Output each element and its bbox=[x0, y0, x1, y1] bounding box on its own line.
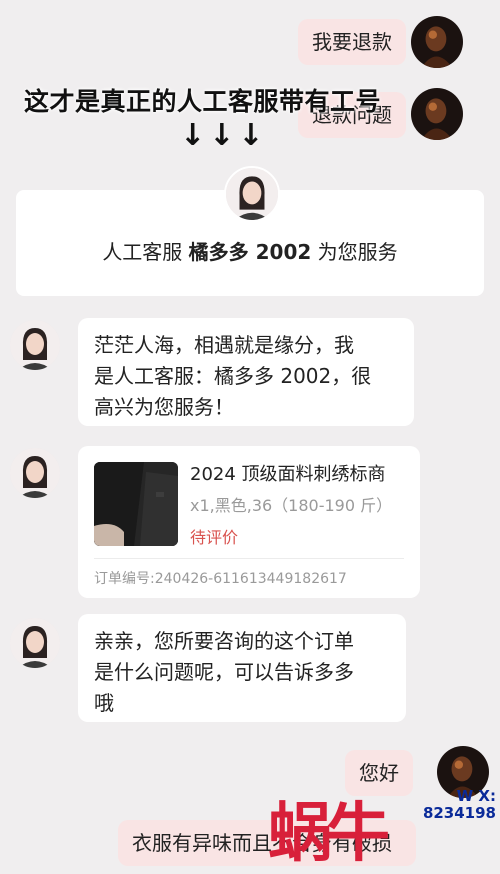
user-avatar-icon bbox=[411, 16, 463, 68]
message-bubble-left[interactable]: 亲亲，您所要咨询的这个订单 是什么问题呢，可以告诉多多 哦 bbox=[78, 614, 406, 722]
watermark-number: 8234198 bbox=[422, 804, 496, 822]
watermark: 蜗牛 W X: 8234198 bbox=[268, 782, 500, 872]
message-line: 哦 bbox=[94, 691, 114, 715]
message-bubble-right[interactable]: 我要退款 bbox=[298, 19, 406, 65]
down-arrows-icon: ↓↓↓ bbox=[180, 118, 268, 153]
divider bbox=[94, 558, 404, 559]
overlay-caption: 这才是真正的人工客服带有工号 bbox=[24, 87, 382, 116]
agent-avatar-icon bbox=[226, 168, 278, 220]
agent-notice-text: 人工客服 橘多多 2002 为您服务 bbox=[16, 236, 484, 265]
watermark-wx: W X: bbox=[456, 787, 496, 805]
product-title: 2024 顶级面料刺绣标商 bbox=[190, 464, 386, 485]
order-status-badge: 待评价 bbox=[190, 528, 239, 547]
message-line: 亲亲，您所要咨询的这个订单 bbox=[94, 629, 354, 653]
agent-id: 橘多多 2002 bbox=[188, 240, 312, 264]
agent-avatar[interactable] bbox=[224, 166, 280, 222]
order-number: 订单编号:240426-611613449182617 bbox=[94, 571, 347, 587]
product-thumbnail[interactable] bbox=[94, 462, 178, 546]
agent-avatar-icon bbox=[10, 618, 60, 668]
agent-avatar[interactable] bbox=[10, 618, 60, 668]
product-spec: x1,黑色,36（180-190 斤） bbox=[190, 496, 393, 515]
agent-avatar-icon bbox=[10, 448, 60, 498]
notice-suffix: 为您服务 bbox=[317, 240, 398, 264]
message-line: 茫茫人海，相遇就是缘分，我 bbox=[94, 333, 354, 357]
watermark-logo: 蜗牛 bbox=[268, 797, 390, 871]
message-line: 高兴为您服务！ bbox=[94, 395, 234, 419]
product-image-icon bbox=[94, 462, 178, 546]
order-card[interactable]: 2024 顶级面料刺绣标商 x1,黑色,36（180-190 斤） 待评价 订单… bbox=[78, 446, 420, 598]
notice-prefix: 人工客服 bbox=[102, 240, 183, 264]
agent-avatar-icon bbox=[10, 320, 60, 370]
watermark-contact: W X: 8234198 bbox=[423, 788, 496, 822]
message-bubble-left[interactable]: 茫茫人海，相遇就是缘分，我 是人工客服：橘多多 2002，很 高兴为您服务！ bbox=[78, 318, 414, 426]
message-line: 是人工客服：橘多多 2002，很 bbox=[94, 364, 372, 388]
agent-avatar[interactable] bbox=[10, 320, 60, 370]
user-avatar[interactable] bbox=[411, 16, 463, 68]
message-line: 是什么问题呢，可以告诉多多 bbox=[94, 660, 354, 684]
agent-avatar[interactable] bbox=[10, 448, 60, 498]
